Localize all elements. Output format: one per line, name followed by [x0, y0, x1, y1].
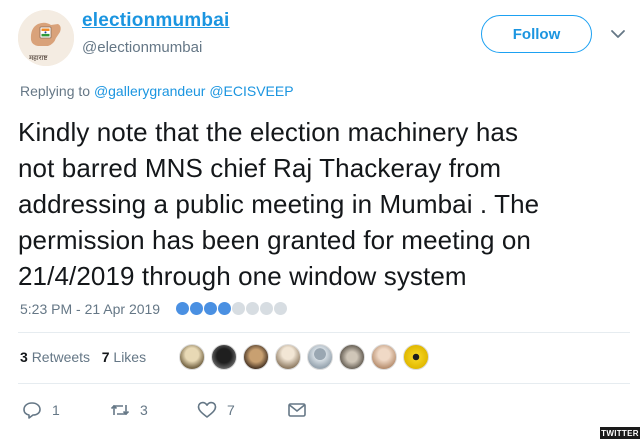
liker-avatar[interactable]: [371, 344, 397, 370]
liker-avatar[interactable]: [403, 344, 429, 370]
election-emblem-icon: महाराष्ट: [18, 10, 74, 66]
replying-to-line: Replying to @gallerygrandeur @ECISVEEP: [20, 83, 294, 99]
liker-avatar[interactable]: [179, 344, 205, 370]
dot: [204, 302, 217, 315]
liker-avatar[interactable]: [307, 344, 333, 370]
likes-stat[interactable]: 7 Likes: [102, 349, 146, 365]
envelope-icon: [288, 403, 306, 417]
liker-avatar[interactable]: [339, 344, 365, 370]
dot: [246, 302, 259, 315]
tweet-card: महाराष्ट electionmumbai @electionmumbai …: [0, 0, 640, 439]
dot: [218, 302, 231, 315]
tweet-text: Kindly note that the election machinery …: [18, 114, 630, 294]
engagement-stats: 3 Retweets 7 Likes: [20, 349, 146, 365]
like-count: 7: [227, 402, 235, 418]
likes-count: 7: [101, 349, 110, 365]
user-handle: @electionmumbai: [82, 39, 203, 56]
retweets-label: Retweets: [31, 349, 91, 365]
liker-avatar[interactable]: [211, 344, 237, 370]
dot: [232, 302, 245, 315]
reply-icon: [23, 402, 41, 419]
replying-to-label: Replying to: [20, 83, 91, 99]
tweet-text-line: not barred MNS chief Raj Thackeray from: [18, 153, 502, 183]
tweet-text-line: permission has been granted for meeting …: [18, 225, 531, 255]
follow-button[interactable]: Follow: [481, 15, 592, 53]
mention-link[interactable]: @gallerygrandeur: [94, 83, 206, 99]
divider: [18, 332, 630, 333]
chevron-down-icon[interactable]: [608, 24, 628, 44]
display-name-link[interactable]: electionmumbai: [82, 10, 229, 32]
retweets-stat[interactable]: 3 Retweets: [20, 349, 90, 365]
liker-avatar[interactable]: [275, 344, 301, 370]
avatar[interactable]: महाराष्ट: [18, 10, 74, 66]
dot: [176, 302, 189, 315]
liker-avatar[interactable]: [243, 344, 269, 370]
retweets-count: 3: [20, 349, 28, 365]
liker-avatars: [179, 344, 429, 370]
twitter-watermark: TWITTER: [600, 427, 640, 439]
dot: [190, 302, 203, 315]
retweet-count: 3: [140, 402, 148, 418]
dot: [274, 302, 287, 315]
dot: [260, 302, 273, 315]
avatar-caption: महाराष्ट: [29, 54, 48, 62]
reply-action[interactable]: 1: [22, 400, 60, 420]
mention-link[interactable]: @ECISVEEP: [209, 83, 293, 99]
retweet-action[interactable]: 3: [110, 400, 148, 420]
tweet-text-line: addressing a public meeting in Mumbai . …: [18, 189, 540, 219]
reply-count: 1: [52, 402, 60, 418]
direct-message-action[interactable]: [287, 400, 307, 420]
like-action[interactable]: 7: [197, 400, 235, 420]
divider: [18, 383, 630, 384]
decorative-dots: [176, 302, 287, 316]
likes-label: Likes: [113, 349, 147, 365]
retweet-icon: [110, 404, 130, 416]
tweet-text-line: Kindly note that the election machinery …: [18, 117, 519, 147]
tweet-text-line: 21/4/2019 through one window system: [18, 261, 467, 291]
tweet-timestamp[interactable]: 5:23 PM - 21 Apr 2019: [20, 301, 160, 317]
heart-icon: [197, 401, 217, 418]
